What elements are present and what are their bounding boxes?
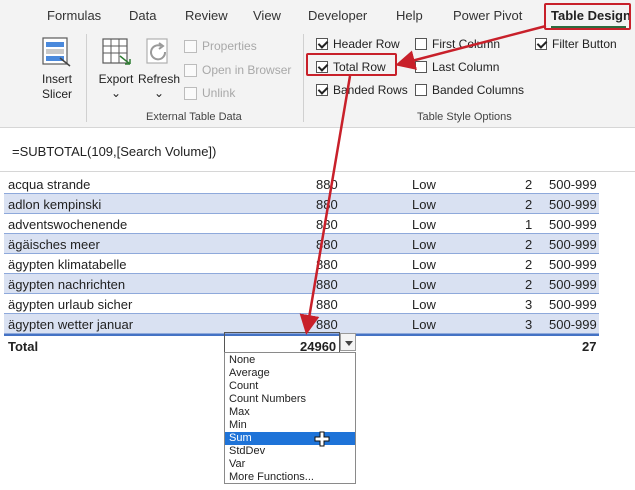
annotation-arrows <box>299 24 547 335</box>
